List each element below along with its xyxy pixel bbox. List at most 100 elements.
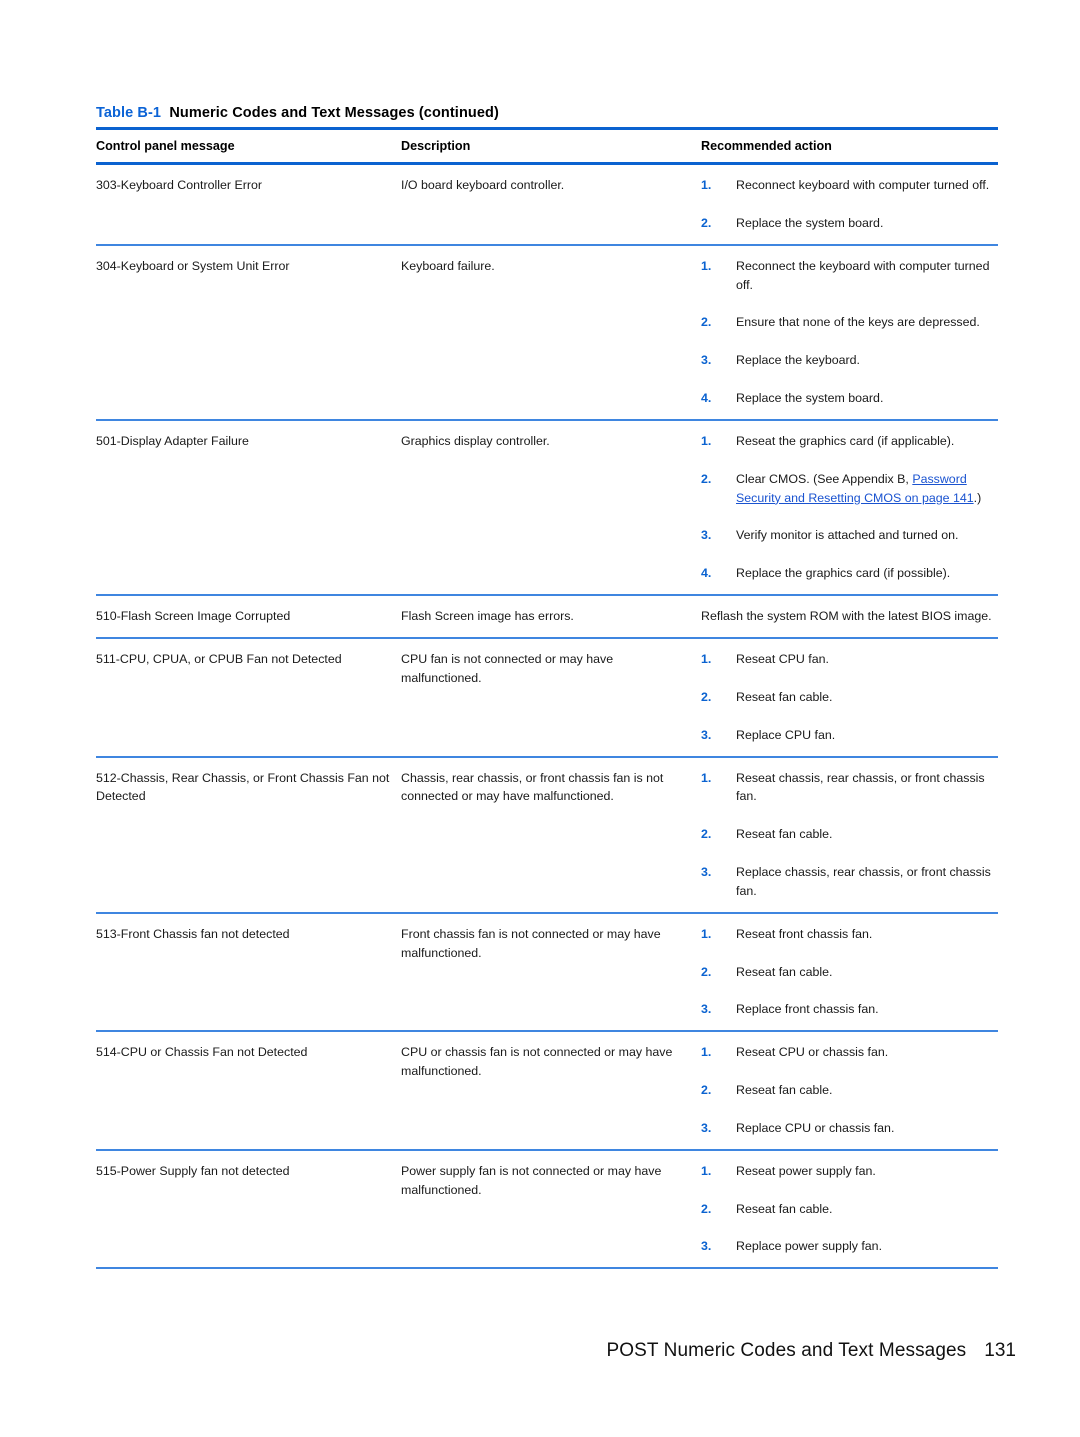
table-bottom-rule xyxy=(96,1267,998,1270)
recommended-action-item: 4. Replace the graphics card (if possible… xyxy=(701,564,998,583)
table-header-row: Control panel message Description Recomm… xyxy=(96,130,998,162)
action-text: Reseat CPU or chassis fan. xyxy=(736,1045,889,1060)
table-row: 515-Power Supply fan not detected Power s… xyxy=(96,1151,998,1268)
cell-recommended-action: 1. Reseat front chassis fan. 2. Reseat fan … xyxy=(701,925,998,1020)
cell-control-panel-message: 513-Front Chassis fan not detected xyxy=(96,926,290,941)
action-text: Replace chassis, rear chassis, or front … xyxy=(736,865,991,898)
numeric-codes-table: Control panel message Description Recomm… xyxy=(96,127,998,1270)
action-number: 1. xyxy=(701,926,712,941)
cross-reference-link[interactable]: Password Security and Resetting CMOS on … xyxy=(736,472,974,505)
action-number: 4. xyxy=(701,391,712,406)
action-text: Reseat front chassis fan. xyxy=(736,926,873,941)
action-number: 2. xyxy=(701,471,712,486)
recommended-action-item: 3. Replace CPU or chassis fan. xyxy=(701,1119,998,1138)
action-text: Replace CPU or chassis fan. xyxy=(736,1120,895,1135)
cell-description: Flash Screen image has errors. xyxy=(401,609,574,624)
action-text: Replace the keyboard. xyxy=(736,353,860,368)
action-number: 2. xyxy=(701,827,712,842)
recommended-action-list: 1. Reseat front chassis fan. 2. Reseat fan … xyxy=(701,925,998,1020)
action-number: 3. xyxy=(701,1239,712,1254)
recommended-action-item: 2. Clear CMOS. (See Appendix B, Password … xyxy=(701,470,998,508)
cell-description: CPU or chassis fan is not connected or m… xyxy=(401,1045,673,1079)
recommended-action-item: 4. Replace the system board. xyxy=(701,389,998,408)
action-number: 2. xyxy=(701,1083,712,1098)
cell-recommended-action: 1. Reseat power supply fan. 2. Reseat fan c… xyxy=(701,1162,998,1257)
action-text: Reseat fan cable. xyxy=(736,827,833,842)
action-number: 2. xyxy=(701,689,712,704)
action-text: Replace CPU fan. xyxy=(736,727,836,742)
action-number: 1. xyxy=(701,1045,712,1060)
action-number: 2. xyxy=(701,215,712,230)
action-number: 3. xyxy=(701,727,712,742)
action-number: 1. xyxy=(701,1163,712,1178)
recommended-action-item: 1. Reconnect keyboard with computer turne… xyxy=(701,176,998,195)
column-header-recommended-action: Recommended action xyxy=(701,139,832,153)
action-text: Replace the system board. xyxy=(736,391,884,406)
action-number: 1. xyxy=(701,433,712,448)
action-text: Verify monitor is attached and turned on… xyxy=(736,528,959,543)
cell-control-panel-message: 303-Keyboard Controller Error xyxy=(96,178,262,192)
action-text: Reseat chassis, rear chassis, or front c… xyxy=(736,770,985,804)
cell-description: Chassis, rear chassis, or front chassis … xyxy=(401,770,664,804)
action-text: Replace power supply fan. xyxy=(736,1239,883,1254)
action-text: Replace the graphics card (if possible). xyxy=(736,566,951,581)
action-number: 1. xyxy=(701,178,712,192)
recommended-action-item: 2. Reseat fan cable. xyxy=(701,688,998,707)
action-text: Reseat CPU fan. xyxy=(736,651,829,666)
recommended-action-list: 1. Reseat CPU fan. 2. Reseat fan cable. 3. Re… xyxy=(701,650,998,745)
cell-control-panel-message: 512-Chassis, Rear Chassis, or Front Chas… xyxy=(96,770,390,804)
cell-recommended-action: Reflash the system ROM with the latest B… xyxy=(701,607,998,626)
action-text: Reseat fan cable. xyxy=(736,1083,833,1098)
table-row: 501-Display Adapter Failure Graphics disp… xyxy=(96,421,998,594)
cell-control-panel-message: 501-Display Adapter Failure xyxy=(96,433,249,448)
recommended-action-item: 3. Verify monitor is attached and turned … xyxy=(701,526,998,545)
action-number: 3. xyxy=(701,1002,712,1017)
action-number: 2. xyxy=(701,315,712,330)
table-row: 512-Chassis, Rear Chassis, or Front Chas… xyxy=(96,758,998,912)
cell-recommended-action: 1. Reseat the graphics card (if applicabl… xyxy=(701,432,998,583)
cell-control-panel-message: 510-Flash Screen Image Corrupted xyxy=(96,609,291,624)
action-number: 3. xyxy=(701,865,712,880)
recommended-action-item: 1. Reseat CPU or chassis fan. xyxy=(701,1043,998,1062)
table-caption: Table B-1 Numeric Codes and Text Message… xyxy=(96,105,499,121)
table-row: 510-Flash Screen Image Corrupted Flash Sc… xyxy=(96,596,998,637)
recommended-action-item: 3. Replace the keyboard. xyxy=(701,351,998,370)
cell-recommended-action: 1. Reseat chassis, rear chassis, or front… xyxy=(701,769,998,901)
recommended-action-item: 3. Replace chassis, rear chassis, or fron… xyxy=(701,863,998,901)
action-number: 1. xyxy=(701,258,712,273)
cell-description: Keyboard failure. xyxy=(401,258,495,273)
cell-control-panel-message: 304-Keyboard or System Unit Error xyxy=(96,258,290,273)
action-number: 3. xyxy=(701,353,712,368)
recommended-action-item: 2. Ensure that none of the keys are depre… xyxy=(701,313,998,332)
table-row: 511-CPU, CPUA, or CPUB Fan not Detected C… xyxy=(96,639,998,756)
table-caption-title: Numeric Codes and Text Messages (continu… xyxy=(169,105,499,121)
table-body: 303-Keyboard Controller Error I/O board k… xyxy=(96,165,998,1270)
action-text: Reseat power supply fan. xyxy=(736,1163,876,1178)
action-text: Reseat fan cable. xyxy=(736,689,833,704)
action-number: 1. xyxy=(701,770,712,785)
recommended-action-list: 1. Reseat power supply fan. 2. Reseat fan c… xyxy=(701,1162,998,1257)
recommended-action-item: 2. Reseat fan cable. xyxy=(701,963,998,982)
recommended-action-list: 1. Reconnect keyboard with computer turne… xyxy=(701,176,998,233)
column-header-control-panel-message: Control panel message xyxy=(96,139,235,153)
recommended-action-item: 1. Reseat power supply fan. xyxy=(701,1162,998,1181)
recommended-action-list: 1. Reseat chassis, rear chassis, or front… xyxy=(701,769,998,901)
recommended-action-item: 1. Reseat the graphics card (if applicabl… xyxy=(701,432,998,451)
cell-description: Power supply fan is not connected or may… xyxy=(401,1163,662,1197)
recommended-action-item: 2. Reseat fan cable. xyxy=(701,825,998,844)
cell-description: I/O board keyboard controller. xyxy=(401,178,565,192)
table-caption-label: Table B-1 xyxy=(96,105,162,121)
action-text: Reseat fan cable. xyxy=(736,964,833,979)
column-header-description: Description xyxy=(401,139,471,153)
recommended-action-text: Reflash the system ROM with the latest B… xyxy=(701,609,992,624)
action-number: 2. xyxy=(701,1201,712,1216)
recommended-action-item: 2. Reseat fan cable. xyxy=(701,1081,998,1100)
recommended-action-list: 1. Reseat CPU or chassis fan. 2. Reseat fan… xyxy=(701,1043,998,1138)
action-text: Reseat the graphics card (if applicable)… xyxy=(736,433,955,448)
recommended-action-item: 2. Replace the system board. xyxy=(701,214,998,233)
action-number: 3. xyxy=(701,528,712,543)
table-row: 304-Keyboard or System Unit Error Keyboar… xyxy=(96,246,998,419)
recommended-action-item: 1. Reconnect the keyboard with computer t… xyxy=(701,257,998,295)
recommended-action-item: 1. Reseat chassis, rear chassis, or front… xyxy=(701,769,998,807)
action-text: Replace front chassis fan. xyxy=(736,1002,879,1017)
